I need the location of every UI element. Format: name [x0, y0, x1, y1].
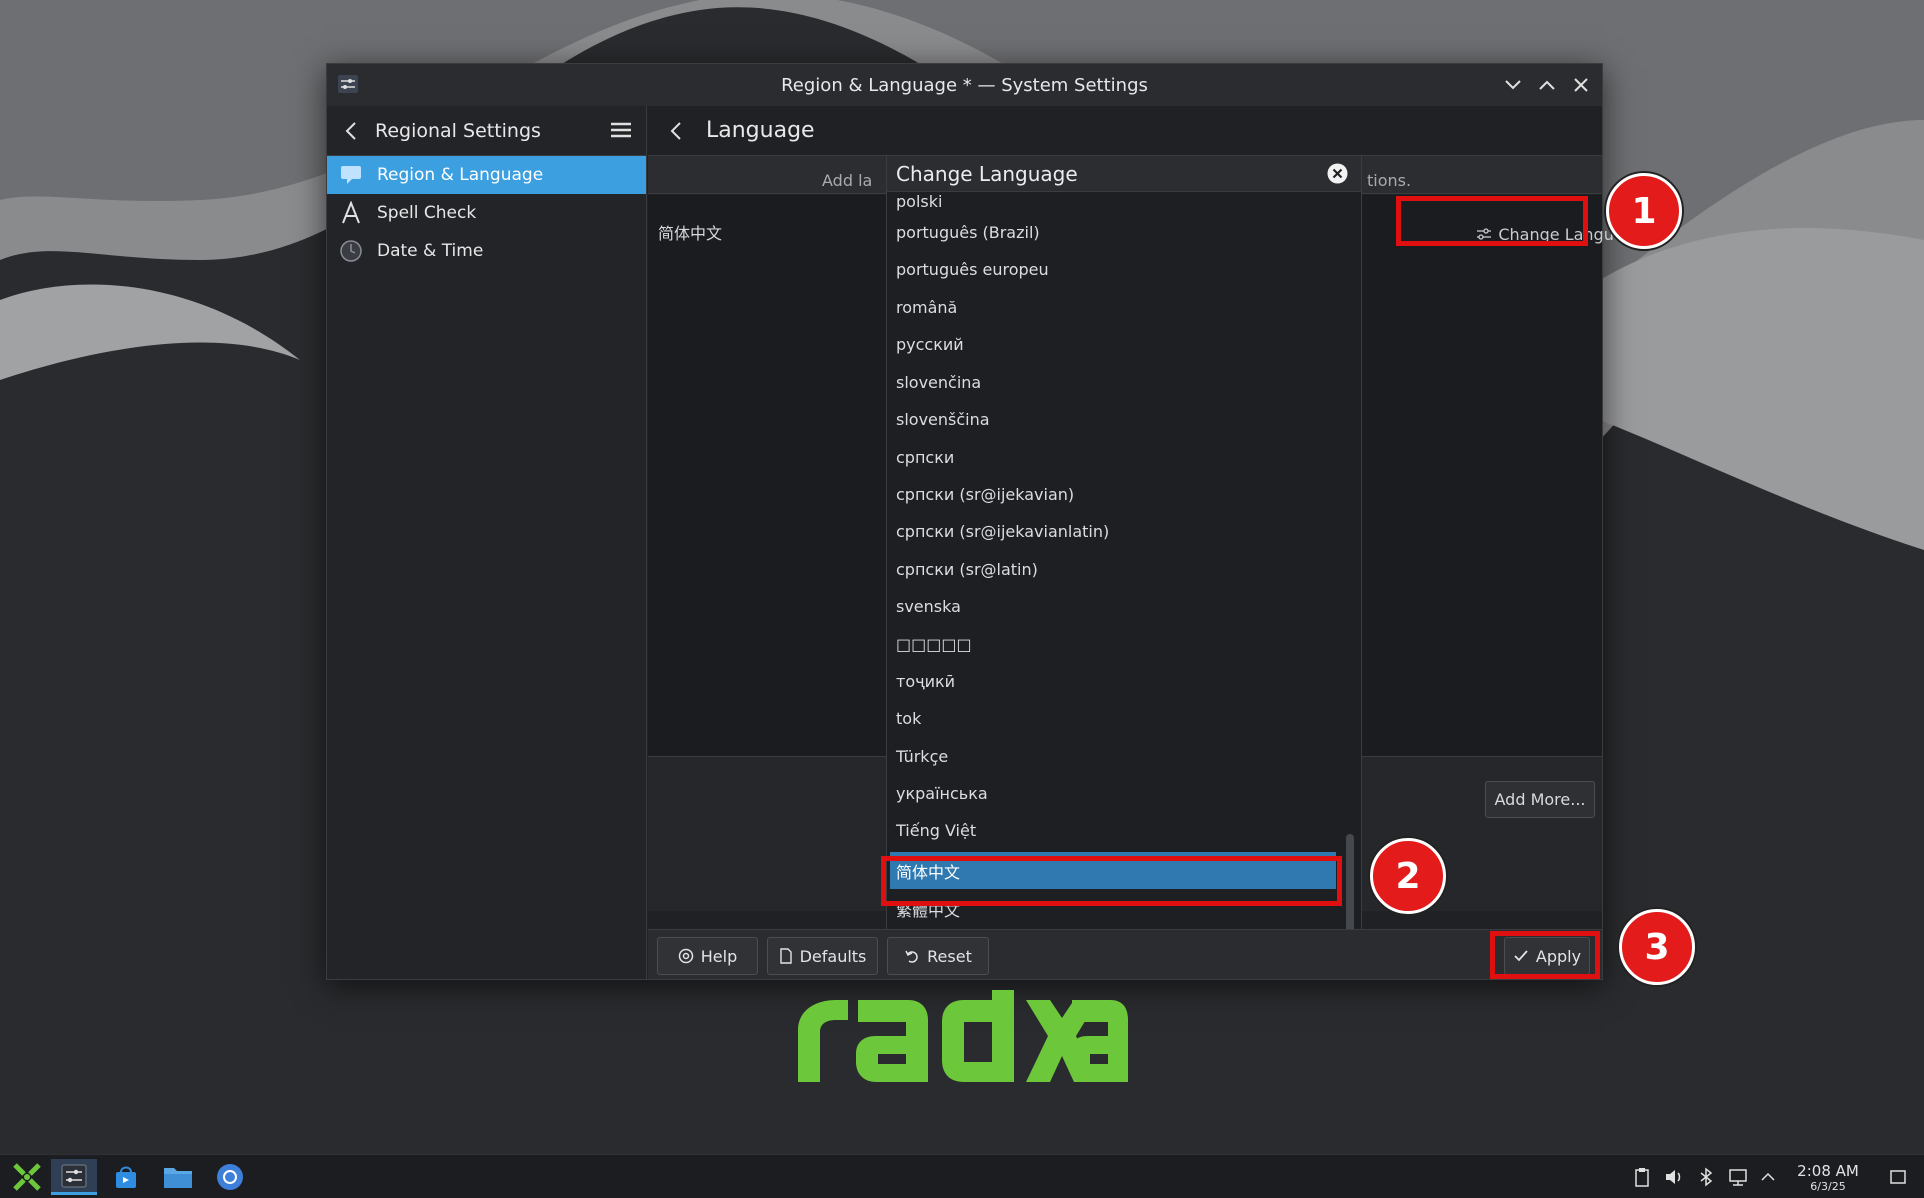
language-option[interactable]: □□□□□: [887, 626, 1341, 663]
language-options-list: polski português (Brazil) português euro…: [887, 192, 1341, 929]
popup-scrollbar[interactable]: [1346, 834, 1354, 929]
store-bag-icon: [116, 1166, 136, 1188]
language-option[interactable]: русский: [887, 326, 1341, 363]
page-title: Language: [706, 118, 815, 143]
language-option[interactable]: português (Brazil): [887, 214, 1341, 251]
taskbar-file-manager[interactable]: [155, 1159, 201, 1195]
info-text-left: Add la: [822, 171, 873, 190]
volume-icon[interactable]: [1664, 1167, 1684, 1187]
reset-label: Reset: [927, 946, 972, 966]
reset-button[interactable]: Reset: [887, 937, 989, 975]
document-icon: [779, 948, 792, 964]
app-launcher-icon: [13, 1163, 41, 1191]
close-icon: [1574, 78, 1588, 92]
help-icon: [678, 948, 693, 964]
region-language-icon: [339, 163, 363, 187]
taskbar-browser[interactable]: [207, 1159, 253, 1195]
window-title: Region & Language * — System Settings: [781, 74, 1148, 96]
taskbar: 2:08 AM 6/3/25: [0, 1154, 1924, 1198]
clock-time: 2:08 AM: [1797, 1162, 1859, 1180]
language-option[interactable]: português europeu: [887, 251, 1341, 288]
taskbar-system-settings[interactable]: [51, 1159, 97, 1195]
popup-title: Change Language: [896, 161, 1078, 186]
radxa-logo: [798, 990, 1128, 1082]
language-option[interactable]: română: [887, 289, 1341, 326]
chevron-down-icon: [1505, 80, 1521, 90]
undo-icon: [905, 950, 918, 963]
back-arrow-icon[interactable]: [341, 120, 363, 142]
main-header: Language: [648, 106, 1602, 156]
system-settings-icon: [61, 1164, 87, 1187]
language-option[interactable]: српски (sr@ijekavianlatin): [887, 513, 1341, 550]
footer-bar: Help Defaults Reset Apply: [648, 929, 1602, 979]
close-window-button[interactable]: [1566, 72, 1596, 98]
defaults-label: Defaults: [799, 946, 867, 966]
minimize-button[interactable]: [1498, 72, 1528, 98]
sidebar: Regional Settings Region & Language Spel…: [327, 106, 647, 979]
sidebar-item-region-language[interactable]: Region & Language: [327, 156, 646, 194]
back-arrow-icon[interactable]: [666, 120, 688, 142]
folder-icon: [164, 1168, 192, 1188]
info-text-right: tions.: [1367, 171, 1412, 190]
step-badge-3: 3: [1619, 909, 1695, 985]
clock-icon: [339, 239, 363, 263]
language-option[interactable]: українська: [887, 775, 1341, 812]
bluetooth-icon[interactable]: [1696, 1167, 1716, 1187]
highlight-selected-language: [881, 856, 1342, 906]
maximize-button[interactable]: [1532, 72, 1562, 98]
list-item[interactable]: 简体中文: [658, 220, 722, 244]
language-option[interactable]: српски: [887, 439, 1341, 476]
language-option[interactable]: српски (sr@ijekavian): [887, 476, 1341, 513]
sidebar-item-label: Date & Time: [377, 241, 484, 261]
taskbar-clock[interactable]: 2:08 AM 6/3/25: [1790, 1162, 1866, 1193]
sidebar-item-label: Spell Check: [377, 203, 477, 223]
clipboard-icon[interactable]: [1632, 1167, 1652, 1187]
help-button[interactable]: Help: [657, 937, 758, 975]
window-titlebar[interactable]: Region & Language * — System Settings: [327, 64, 1602, 106]
show-desktop-icon[interactable]: [1888, 1167, 1908, 1187]
chevron-up-icon[interactable]: [1758, 1167, 1778, 1187]
change-language-popup: Change Language polski português (Brazil…: [886, 155, 1362, 930]
network-icon[interactable]: [1728, 1167, 1748, 1187]
sidebar-header: Regional Settings: [327, 106, 646, 156]
taskbar-discover[interactable]: [103, 1159, 149, 1195]
system-settings-app-icon: [338, 75, 358, 93]
language-option[interactable]: Türkçe: [887, 738, 1341, 775]
close-circle-icon[interactable]: [1326, 162, 1349, 185]
language-option[interactable]: slovenčina: [887, 364, 1341, 401]
language-option[interactable]: српски (sr@latin): [887, 551, 1341, 588]
help-label: Help: [700, 946, 738, 966]
add-more-button[interactable]: Add More...: [1485, 781, 1595, 818]
sidebar-item-date-time[interactable]: Date & Time: [327, 232, 646, 270]
highlight-change-language: [1396, 196, 1588, 246]
spell-check-icon: [339, 201, 363, 225]
sidebar-item-label: Region & Language: [377, 165, 544, 185]
clock-date: 6/3/25: [1810, 1180, 1846, 1193]
window-controls: [1498, 72, 1596, 98]
start-menu-button[interactable]: [4, 1159, 50, 1195]
hamburger-menu-icon[interactable]: [610, 120, 632, 140]
sidebar-title: Regional Settings: [375, 119, 541, 142]
language-option[interactable]: tok: [887, 700, 1341, 737]
step-badge-1: 1: [1606, 173, 1682, 249]
highlight-apply: [1490, 931, 1600, 979]
language-option[interactable]: svenska: [887, 588, 1341, 625]
language-option[interactable]: тоҷикӣ: [887, 663, 1341, 700]
sidebar-item-spell-check[interactable]: Spell Check: [327, 194, 646, 232]
chevron-up-icon: [1539, 80, 1555, 90]
chromium-icon: [217, 1164, 243, 1190]
language-option[interactable]: Tiếng Việt: [887, 812, 1341, 849]
language-option[interactable]: slovenščina: [887, 401, 1341, 438]
defaults-button[interactable]: Defaults: [767, 937, 878, 975]
step-badge-2: 2: [1370, 838, 1446, 914]
